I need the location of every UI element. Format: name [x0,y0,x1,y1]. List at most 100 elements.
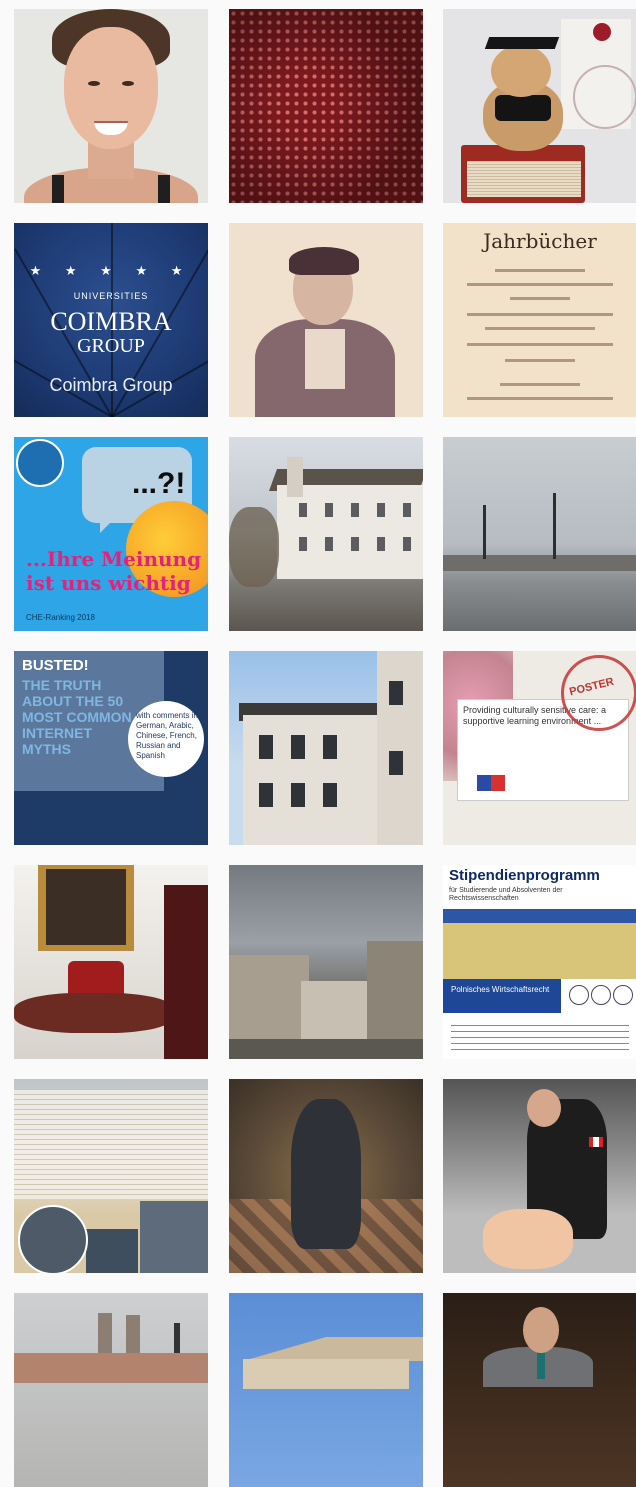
grid-tile-sketch[interactable] [229,223,423,417]
grid-tile-villa[interactable] [229,651,423,845]
photo-shape [495,95,551,121]
grid-tile-interior[interactable] [14,865,208,1059]
tile-text: Coimbra Group [49,375,173,395]
photo-shape [389,751,403,775]
photo-shape [451,1021,629,1055]
photo-shape [291,735,305,759]
photo-shape [229,955,309,1045]
grid-tile-fog[interactable] [443,437,636,631]
grid-tile-meinung[interactable]: ...?! ...Ihre Meinung ist uns wichtig CH… [14,437,208,631]
photo-shape [14,993,174,1033]
photo-shape [467,397,613,400]
grid-tile-document[interactable]: Jahrbücher [443,223,636,417]
tile-text: BUSTED! [22,657,89,674]
photo-shape [52,175,64,203]
seal-icon [613,985,633,1005]
tile-text: ...?! [132,467,186,500]
photo-shape [158,175,170,203]
flag-icon [589,1137,603,1147]
stars-icon: ★ ★ ★ ★ ★ [29,263,193,278]
grid-tile-cpr[interactable] [443,1079,636,1273]
grid-tile-red-dots[interactable] [229,9,423,203]
seal-icon [591,985,611,1005]
avatar [18,1205,88,1273]
photo-shape [259,783,273,807]
photo-shape [500,383,580,386]
photo-shape [537,1349,545,1379]
grid-tile-portrait[interactable] [14,9,208,203]
photo-shape [100,515,118,533]
photo-shape [443,923,636,979]
grid-tile-classical[interactable] [229,1293,423,1487]
photo-shape [14,1089,208,1199]
photo-shape [323,783,337,807]
photo-shape [467,161,581,197]
photo-shape [483,505,486,559]
photo-shape [485,327,595,330]
seal-icon [16,439,64,487]
tile-text: CHE-Ranking 2018 [26,613,95,622]
grid-tile-coimbra[interactable]: ★ ★ ★ ★ ★ UNIVERSITIES COIMBRA GROUP Coi… [14,223,208,417]
photo-shape [325,537,333,551]
grid-tile-poster[interactable]: Providing culturally sensitive care: a s… [443,651,636,845]
photo-shape [553,493,556,559]
photo-shape [573,65,636,129]
photo-shape [259,735,273,759]
photo-shape [467,343,613,346]
flag-icon [477,775,505,791]
grid-tile-square[interactable] [229,865,423,1059]
photo-shape [389,681,403,705]
grid-tile-papers[interactable] [14,1079,208,1273]
photo-shape [291,1099,361,1249]
grid-tile-speaker[interactable] [443,1293,636,1487]
photo-shape [289,247,359,275]
grid-tile-stipendien[interactable]: Stipendienprogramm für Studierende und A… [443,865,636,1059]
photo-shape [243,1337,423,1361]
tile-text: Polnisches Wirtschaftsrecht [451,985,550,994]
photo-shape [351,503,359,517]
photo-shape [243,1359,409,1389]
tile-text: with comments in German, Arabic, Chinese… [136,711,198,760]
grid-tile-fresco[interactable] [229,1079,423,1273]
avatar [140,1201,208,1273]
photo-shape [287,457,303,497]
photo-shape [229,1039,423,1059]
photo-shape [491,45,551,97]
photo-shape [505,359,575,362]
tile-text: THE TRUTH ABOUT THE 50 MOST COMMON INTER… [22,677,132,757]
photo-shape [467,283,613,286]
photo-shape [325,503,333,517]
photo-shape [443,909,636,923]
tile-text: UNIVERSITIES [73,291,149,301]
grid-tile-castle[interactable] [14,1293,208,1487]
tile-text: Jahrbücher [483,229,597,253]
photo-shape [299,537,307,551]
photo-grid: ★ ★ ★ ★ ★ UNIVERSITIES COIMBRA GROUP Coi… [0,0,636,1487]
photo-shape [510,297,570,300]
grid-tile-building[interactable] [229,437,423,631]
photo-shape [277,485,423,579]
photo-shape [483,1209,573,1269]
photo-shape [367,941,423,1045]
photo-shape [351,537,359,551]
tile-text: GROUP [77,335,145,357]
tile-text: COIMBRA [50,307,172,336]
photo-shape [495,269,585,272]
tile-text: für Studierende und Absolventen der Rech… [449,887,563,902]
photo-shape [523,1307,559,1353]
photo-shape [403,503,411,517]
photo-shape [467,313,613,316]
grid-tile-teddy[interactable] [443,9,636,203]
photo-shape [88,81,100,86]
photo-shape [46,869,126,945]
photo-shape [299,503,307,517]
photo-shape [377,537,385,551]
photo-shape [305,329,345,389]
photo-shape [403,537,411,551]
photo-shape [527,1089,561,1127]
photo-shape [164,885,208,1059]
grid-tile-busted[interactable]: BUSTED! THE TRUTH ABOUT THE 50 MOST COMM… [14,651,208,845]
tile-text: Stipendienprogramm [449,867,600,884]
photo-shape [291,783,305,807]
photo-shape [323,735,337,759]
